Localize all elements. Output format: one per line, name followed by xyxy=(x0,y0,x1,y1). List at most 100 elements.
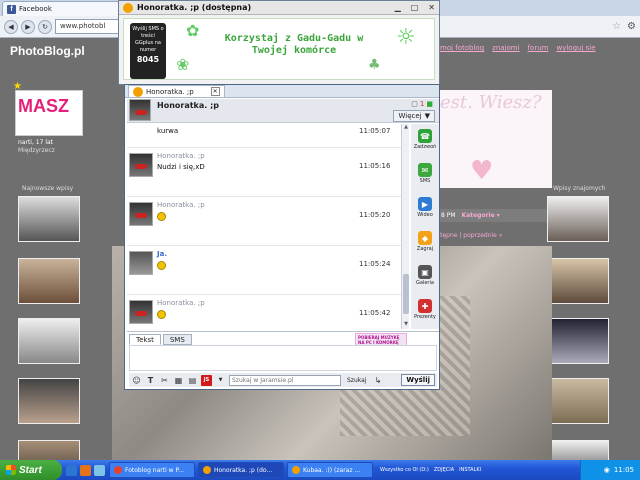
thumbnail[interactable] xyxy=(547,258,609,304)
jaramsie-icon[interactable]: JS xyxy=(201,374,212,386)
bookmark-star-icon[interactable]: ☆ xyxy=(612,21,621,32)
wrench-icon[interactable]: ⚙ xyxy=(627,21,636,32)
reload-icon[interactable]: ↻ xyxy=(38,19,52,34)
start-button[interactable]: Start xyxy=(0,460,62,480)
message-avatar[interactable] xyxy=(129,300,153,324)
flower-icon: ❀ xyxy=(176,55,190,74)
action-label: Prezenty xyxy=(414,314,436,320)
contact-avatar[interactable] xyxy=(129,99,151,121)
minimize-icon[interactable]: ▁ xyxy=(395,3,401,12)
thumbnail[interactable] xyxy=(18,258,80,304)
scooter-icon: ♣ xyxy=(368,57,381,73)
thumbnail[interactable] xyxy=(547,196,609,242)
message-emoticon-row xyxy=(157,261,166,272)
action-video[interactable]: ▶ Wideo xyxy=(411,194,439,228)
entry-bar: 8 PM Kategorie ▾ xyxy=(437,209,552,222)
return-icon[interactable]: ↳ xyxy=(372,375,383,386)
tab-text[interactable]: Tekst xyxy=(129,334,161,345)
action-play[interactable]: ◆ Zagraj xyxy=(411,228,439,262)
chevron-down-icon: ▼ xyxy=(424,112,430,120)
close-tab-icon[interactable]: ✕ xyxy=(210,87,220,96)
scissors-icon[interactable]: ✂ xyxy=(159,375,170,386)
browser-tab-title: Facebook xyxy=(19,5,52,13)
task-kubaa[interactable]: Kubaa. :)) (zaraz ... xyxy=(287,462,373,478)
pager-links[interactable]: stępne | poprzednie » xyxy=(437,232,552,239)
firefox-icon[interactable] xyxy=(80,464,91,476)
video-icon: ▶ xyxy=(418,197,432,211)
chat-tab[interactable]: Honoratka. ;p ✕ xyxy=(128,85,225,97)
thumbnail[interactable] xyxy=(18,196,80,242)
folder-item[interactable]: Wszystko co Ol (D:) xyxy=(380,467,429,473)
folder-item[interactable]: ZDJĘCIA xyxy=(434,467,454,473)
gadu-gadu-icon xyxy=(203,466,211,474)
task-honoratka[interactable]: Honoratka. ;p (do... xyxy=(198,462,284,478)
file-icon[interactable]: ▤ xyxy=(187,375,198,386)
phone-number: 8045 xyxy=(136,55,160,64)
nav-friends[interactable]: znajomi xyxy=(492,44,519,52)
message-time: 11:05:24 xyxy=(359,260,391,268)
text-format-icon[interactable]: T xyxy=(145,375,156,386)
blog-user-name[interactable]: narti, 17 lat xyxy=(18,139,53,146)
action-call[interactable]: ☎ Zadzwoń xyxy=(411,126,439,160)
ad-window-titlebar[interactable]: Honoratka. ;p (dostępna) ▁ □ ✕ xyxy=(119,1,439,15)
message-author: Honoratka. ;p xyxy=(157,299,205,307)
folder-item[interactable]: INSTALKI xyxy=(459,467,481,473)
thumbnail[interactable] xyxy=(547,378,609,424)
media-icon[interactable] xyxy=(94,464,105,476)
nav-forum[interactable]: forum xyxy=(528,44,549,52)
close-icon[interactable]: ✕ xyxy=(428,3,435,12)
scroll-thumb[interactable] xyxy=(403,274,409,314)
clock[interactable]: 11:05 xyxy=(614,466,634,474)
message-avatar[interactable] xyxy=(129,153,153,177)
action-gallery[interactable]: ▣ Galeria xyxy=(411,262,439,296)
more-button[interactable]: Więcej ▼ xyxy=(393,110,435,122)
search-button[interactable]: Szukaj xyxy=(344,375,369,386)
tray-icon[interactable]: ◉ xyxy=(604,466,610,474)
image-icon[interactable]: ▦ xyxy=(173,375,184,386)
forward-icon[interactable]: ▶ xyxy=(21,19,35,34)
site-logo[interactable]: PhotoBlog.pl xyxy=(10,44,85,58)
emoticon-icon[interactable]: ☺ xyxy=(131,375,142,386)
browser-icon[interactable] xyxy=(66,464,77,476)
task-label: Kubaa. :)) (zaraz ... xyxy=(303,466,361,474)
send-button[interactable]: Wyślij xyxy=(401,374,435,386)
lock-icon[interactable]: ■ xyxy=(426,100,433,108)
task-label: Fotoblog narti w P... xyxy=(125,466,184,474)
action-label: Zadzwoń xyxy=(413,144,437,150)
scroll-down-icon[interactable]: ▼ xyxy=(402,321,410,328)
nav-logout[interactable]: wyloguj sie xyxy=(556,44,595,52)
task-fotoblog[interactable]: Fotoblog narti w P... xyxy=(109,462,195,478)
message-input[interactable] xyxy=(129,345,437,371)
sms-icon: ✉ xyxy=(418,163,432,177)
ad-banner[interactable]: Wyślij SMS o treści GGplus na numer 8045… xyxy=(123,18,435,80)
scroll-up-icon[interactable]: ▲ xyxy=(402,124,410,131)
thumbnail[interactable] xyxy=(18,378,80,424)
tab-sms[interactable]: SMS xyxy=(162,334,192,345)
chat-tab-label: Honoratka. ;p xyxy=(146,87,194,96)
contact-name[interactable]: Honoratka. ;p xyxy=(157,101,219,110)
chat-window: Honoratka. ;p ✕ Honoratka. ;p ▢ 1 ■ Więc… xyxy=(124,84,440,390)
chevron-down-icon[interactable]: ▼ xyxy=(215,375,226,386)
maximize-icon[interactable]: □ xyxy=(411,3,419,12)
search-input[interactable] xyxy=(229,374,341,386)
message-avatar[interactable] xyxy=(129,251,153,275)
entry-time: 8 PM xyxy=(441,212,456,219)
action-gifts[interactable]: ✚ Prezenty xyxy=(411,296,439,330)
nav-my-fotoblog[interactable]: moj fotoblog xyxy=(440,44,484,52)
flower-icon: ✿ xyxy=(186,21,200,40)
action-sms[interactable]: ✉ SMS xyxy=(411,160,439,194)
thumbnail[interactable] xyxy=(18,318,80,364)
thumbnail[interactable] xyxy=(547,318,609,364)
document-icon[interactable]: ▢ xyxy=(411,100,418,108)
message-list[interactable]: kurwa 11:05:07 Honoratka. ;p Nudzi i się… xyxy=(127,124,401,329)
system-tray: ◉ 11:05 xyxy=(580,460,640,480)
back-icon[interactable]: ◀ xyxy=(4,19,18,34)
start-label: Start xyxy=(19,464,42,476)
message-avatar[interactable] xyxy=(129,202,153,226)
action-label: Wideo xyxy=(417,212,433,218)
message-scrollbar[interactable]: ▲ ▼ xyxy=(401,124,409,329)
category-dropdown[interactable]: Kategorie ▾ xyxy=(462,212,500,219)
quick-launch xyxy=(62,464,109,476)
browser-tab[interactable]: f Facebook xyxy=(2,1,120,16)
message-time: 11:05:07 xyxy=(359,127,391,135)
